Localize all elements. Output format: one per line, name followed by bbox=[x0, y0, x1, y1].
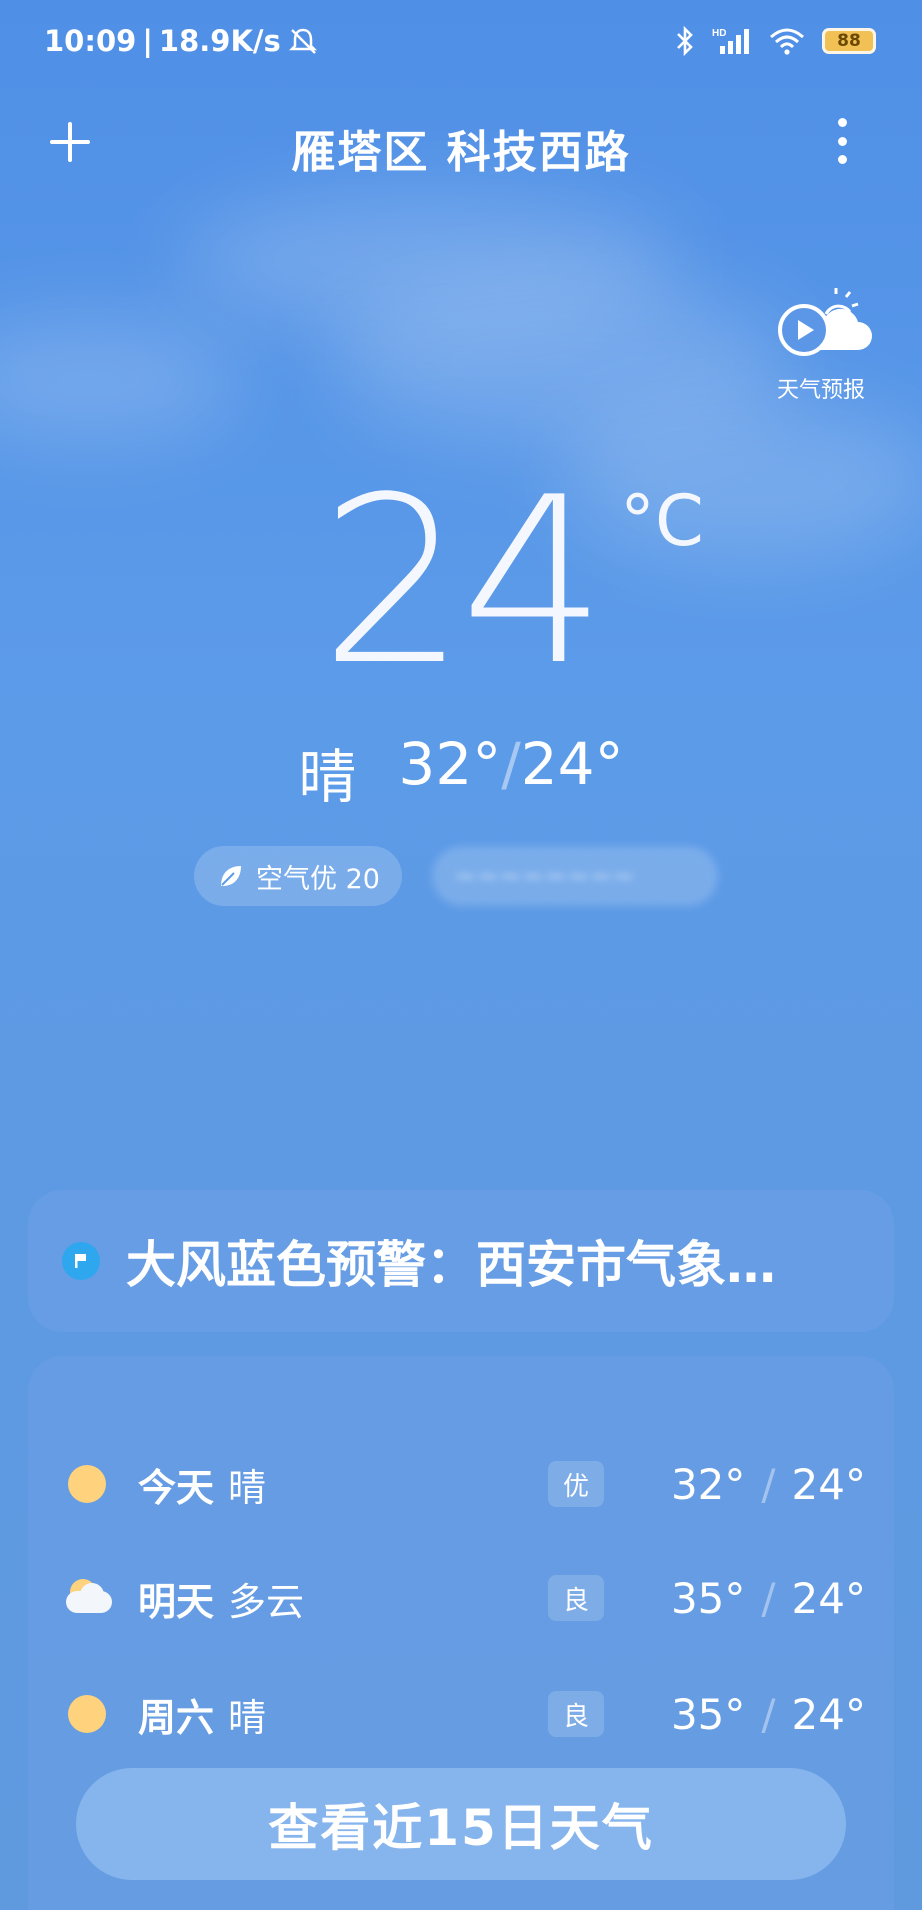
forecast-high: 35° bbox=[670, 1573, 746, 1623]
forecast-low: 24° bbox=[791, 1573, 866, 1623]
status-left: 10:09 | 18.9K/s bbox=[44, 24, 319, 58]
weather-alert-card[interactable]: 大风蓝色预警：西安市气象… bbox=[28, 1190, 894, 1332]
forecast-low: 24° bbox=[791, 1689, 866, 1739]
more-dot-icon bbox=[837, 136, 847, 146]
status-time: 10:09 bbox=[44, 24, 137, 58]
range-slash: / bbox=[761, 1459, 776, 1509]
forecast-condition: 多云 bbox=[228, 1579, 305, 1624]
aqi-badge: 良 bbox=[548, 1691, 604, 1737]
daily-forecast-card: 今天 晴 优 32° / 24° 明天 多云 良 35° / 24° 周六 晴 … bbox=[28, 1356, 894, 1910]
network-speed: 18.9K/s bbox=[158, 24, 281, 58]
leaf-icon bbox=[221, 866, 241, 886]
alert-flag-icon bbox=[62, 1242, 100, 1280]
current-condition-line: 晴 32°/24° bbox=[0, 730, 922, 814]
current-low: 24° bbox=[520, 730, 624, 798]
forecast-temp: 32° / 24° bbox=[671, 1460, 866, 1509]
sun-icon bbox=[66, 1463, 108, 1505]
play-cloud-icon bbox=[778, 288, 872, 356]
redacted-pill[interactable]: ~~~~~~~~ bbox=[431, 846, 718, 906]
signal-icon: HD bbox=[712, 28, 749, 54]
status-bar: 10:09 | 18.9K/s HD 88 bbox=[0, 0, 922, 86]
forecast-day: 周六 bbox=[138, 1695, 215, 1740]
bluetooth-icon bbox=[677, 26, 693, 56]
weather-video-button[interactable]: 天气预报 bbox=[766, 284, 876, 404]
alert-text: 大风蓝色预警：西安市气象… bbox=[126, 1236, 776, 1294]
current-temperature: 24 bbox=[320, 449, 607, 716]
current-condition: 晴 bbox=[298, 743, 357, 811]
forecast-day: 今天 bbox=[138, 1465, 215, 1510]
range-slash: / bbox=[761, 1689, 776, 1739]
forecast-temp: 35° / 24° bbox=[671, 1574, 866, 1623]
location-title[interactable]: 雁塔区 科技西路 bbox=[0, 116, 922, 180]
status-divider: | bbox=[142, 24, 153, 58]
forecast-high: 35° bbox=[670, 1689, 746, 1739]
header: 雁塔区 科技西路 bbox=[0, 110, 922, 180]
wifi-icon bbox=[770, 28, 804, 55]
forecast-condition: 晴 bbox=[228, 1465, 267, 1510]
info-pill-row: 空气优 20 ~~~~~~~~ bbox=[194, 846, 718, 906]
current-temperature-block: 24 °C bbox=[0, 468, 922, 698]
more-dot-icon bbox=[837, 118, 847, 127]
forecast-low: 24° bbox=[791, 1459, 866, 1509]
forecast-row[interactable]: 周六 晴 良 35° / 24° bbox=[66, 1674, 866, 1754]
forecast-row[interactable]: 今天 晴 优 32° / 24° bbox=[66, 1444, 866, 1524]
view-15-day-button[interactable]: 查看近15日天气 bbox=[76, 1768, 846, 1880]
forecast-high: 32° bbox=[670, 1459, 746, 1509]
partly-cloudy-icon bbox=[66, 1577, 112, 1619]
air-quality-pill[interactable]: 空气优 20 bbox=[194, 846, 402, 906]
range-slash: / bbox=[501, 730, 521, 798]
aqi-badge: 良 bbox=[548, 1575, 604, 1621]
weather-video-label: 天气预报 bbox=[776, 378, 865, 403]
sun-icon bbox=[66, 1693, 108, 1735]
current-high: 32° bbox=[398, 730, 502, 798]
more-options-button[interactable] bbox=[832, 116, 852, 166]
range-slash: / bbox=[761, 1573, 776, 1623]
mute-bell-icon bbox=[288, 28, 317, 54]
aqi-badge: 优 bbox=[548, 1461, 604, 1507]
more-dot-icon bbox=[837, 155, 847, 164]
forecast-row[interactable]: 明天 多云 良 35° / 24° bbox=[66, 1558, 866, 1638]
forecast-condition: 晴 bbox=[228, 1695, 267, 1740]
air-quality-text: 空气优 20 bbox=[256, 863, 380, 895]
temperature-unit: °C bbox=[620, 480, 704, 562]
forecast-day: 明天 bbox=[138, 1579, 215, 1624]
status-right: HD 88 bbox=[674, 26, 876, 56]
battery-indicator: 88 bbox=[822, 28, 876, 54]
svg-text:HD: HD bbox=[712, 28, 726, 39]
forecast-temp: 35° / 24° bbox=[671, 1690, 866, 1739]
redacted-text: ~~~~~~~~ bbox=[453, 860, 635, 892]
current-range: 32°/24° bbox=[398, 730, 623, 814]
battery-level: 88 bbox=[837, 31, 861, 51]
